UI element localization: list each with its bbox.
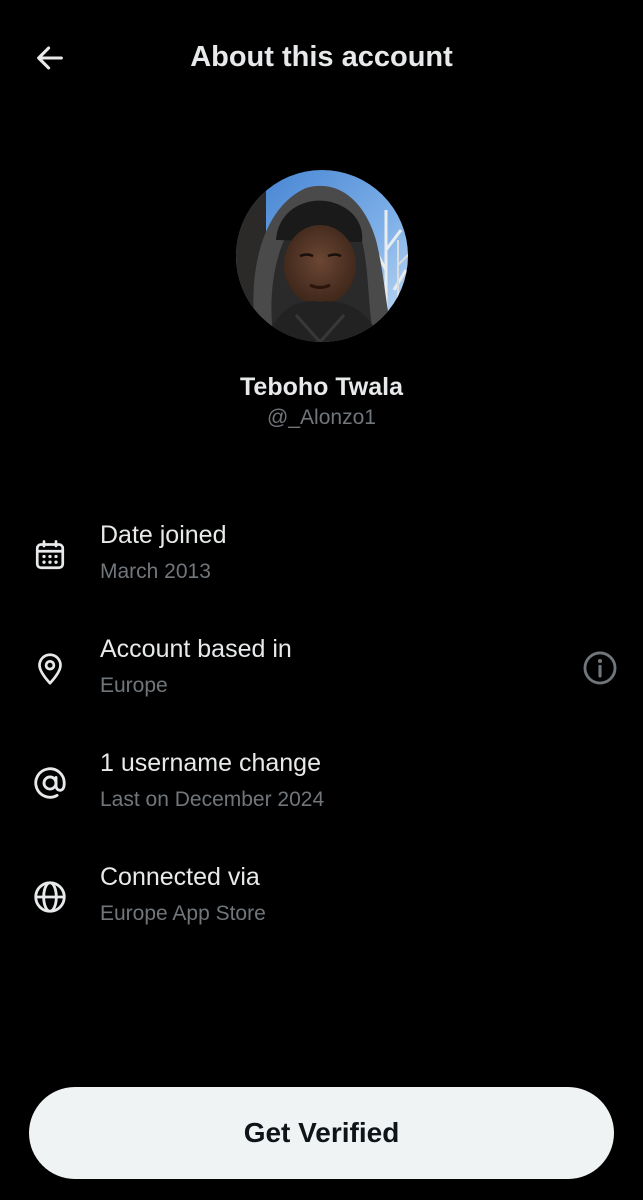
username-handle: @_Alonzo1	[267, 406, 376, 429]
detail-label: Account based in	[100, 635, 292, 663]
detail-value: Europe App Store	[100, 902, 266, 925]
detail-row-account-based-in: Account based in Europe	[0, 632, 643, 722]
detail-value: Europe	[100, 674, 168, 697]
profile-photo	[236, 170, 408, 342]
detail-label: Date joined	[100, 521, 227, 549]
location-pin-icon	[30, 649, 70, 689]
get-verified-button[interactable]: Get Verified	[29, 1087, 614, 1179]
detail-row-username-change: 1 username change Last on December 2024	[0, 746, 643, 836]
top-bar: About this account	[0, 0, 643, 112]
globe-icon	[30, 877, 70, 917]
detail-value: Last on December 2024	[100, 788, 325, 811]
calendar-icon	[30, 535, 70, 575]
detail-row-connected-via: Connected via Europe App Store	[0, 860, 643, 950]
info-circle-icon	[583, 651, 617, 685]
detail-label: 1 username change	[100, 749, 321, 777]
detail-value: March 2013	[100, 560, 211, 583]
info-button[interactable]	[578, 646, 622, 690]
detail-row-date-joined: Date joined March 2013	[0, 518, 643, 608]
page-title: About this account	[190, 41, 453, 73]
at-sign-icon	[30, 763, 70, 803]
display-name: Teboho Twala	[240, 373, 403, 401]
avatar[interactable]	[236, 170, 408, 342]
detail-label: Connected via	[100, 863, 260, 891]
